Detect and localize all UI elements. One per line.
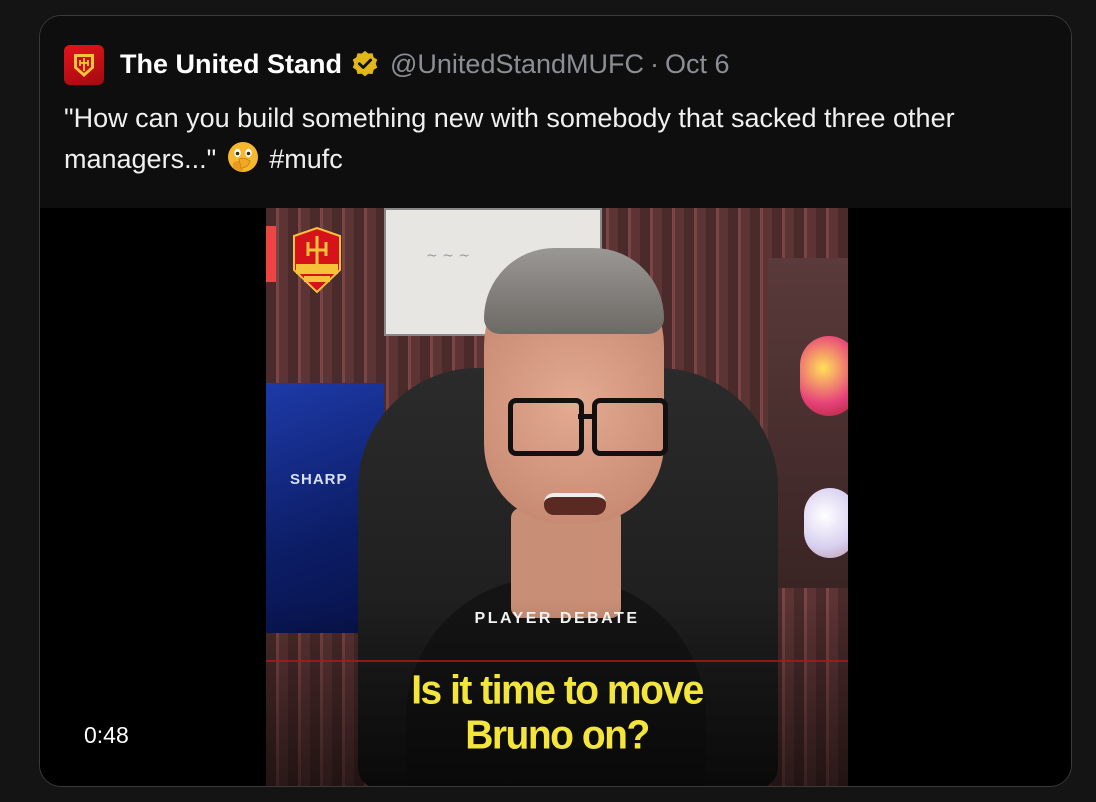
jersey-text: SHARP xyxy=(290,471,348,488)
channel-logo-icon xyxy=(293,226,341,294)
display-name[interactable]: The United Stand xyxy=(120,49,342,80)
hashtag-link[interactable]: #mufc xyxy=(269,144,343,174)
author-row: The United Stand @UnitedStandMUFC · Oct … xyxy=(120,46,730,82)
headline-line-1: Is it time to move xyxy=(411,667,704,713)
handle[interactable]: @UnitedStandMUFC xyxy=(390,49,644,80)
overlay-label: PLAYER DEBATE xyxy=(474,610,640,627)
flag-strip xyxy=(266,226,276,282)
football-ball xyxy=(804,488,848,558)
verified-badge-icon xyxy=(352,50,378,77)
glasses-lens-right xyxy=(592,398,668,456)
person-mouth xyxy=(544,493,606,515)
quoted-tweet-card[interactable]: The United Stand @UnitedStandMUFC · Oct … xyxy=(39,15,1072,787)
tweet-header: The United Stand @UnitedStandMUFC · Oct … xyxy=(40,16,1071,208)
video-player[interactable]: ~ ~ ~ SHARP PLAYER DEBATE Is it time to … xyxy=(40,208,1071,786)
headline-line-2: Bruno on? xyxy=(465,713,650,759)
separator: · xyxy=(650,48,659,79)
glasses-lens-left xyxy=(508,398,584,456)
video-duration: 0:48 xyxy=(84,722,129,748)
football-ball xyxy=(800,336,848,416)
face-with-hand-over-mouth-emoji-icon xyxy=(227,142,258,172)
avatar[interactable] xyxy=(64,45,104,85)
video-thumbnail[interactable]: ~ ~ ~ SHARP PLAYER DEBATE Is it time to … xyxy=(266,208,848,786)
tweet-date[interactable]: Oct 6 xyxy=(665,49,730,80)
divider xyxy=(266,660,848,662)
glasses-bridge xyxy=(578,414,594,419)
poster-scribble: ~ ~ ~ xyxy=(426,248,471,264)
tweet-text: "How can you build something new with so… xyxy=(64,98,1044,180)
video-headline: Is it time to move Bruno on? xyxy=(266,668,848,758)
tweet-text-body: "How can you build something new with so… xyxy=(64,103,955,174)
trident-logo-icon xyxy=(74,54,94,77)
